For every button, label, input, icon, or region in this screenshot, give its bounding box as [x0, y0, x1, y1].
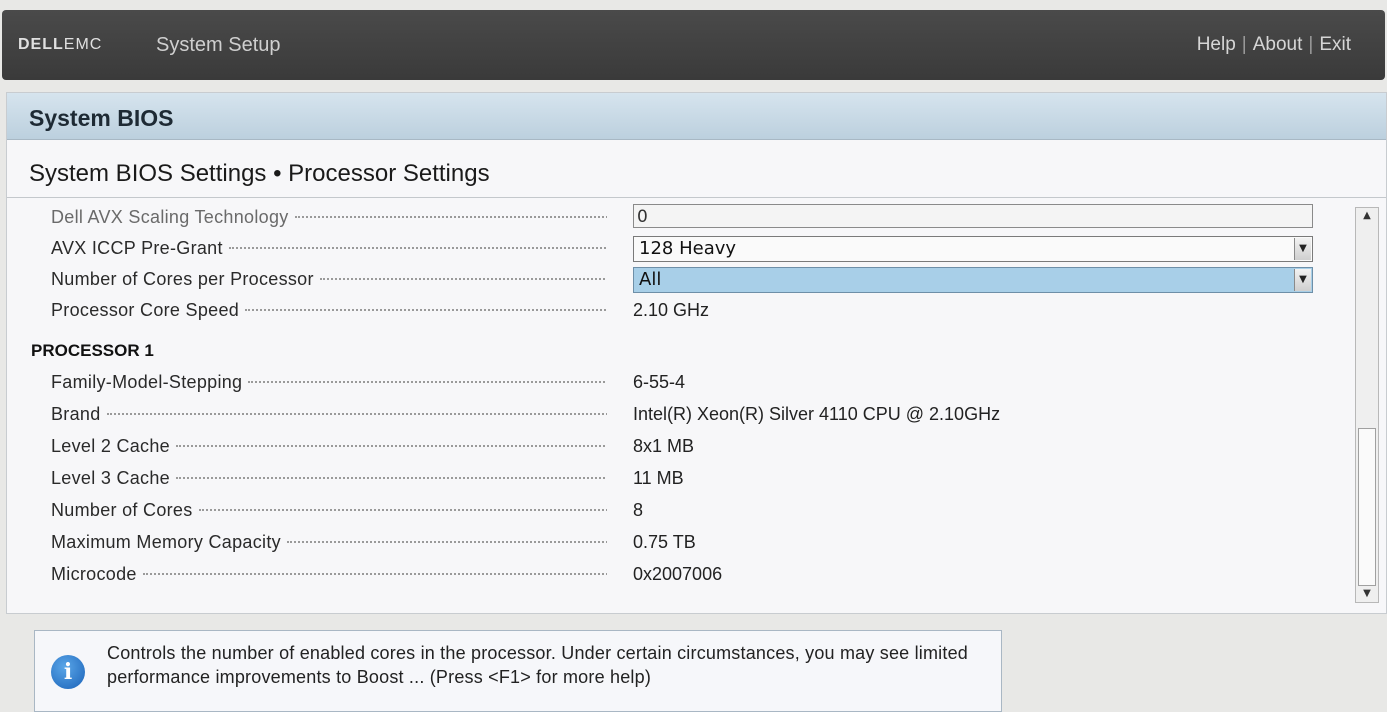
setting-avx-iccp: AVX ICCP Pre-Grant 128 Heavy ▼: [7, 236, 1357, 264]
setting-avx-scaling: Dell AVX Scaling Technology 0: [7, 204, 1357, 233]
title-divider: [7, 197, 1386, 198]
help-link[interactable]: Help: [1197, 34, 1236, 55]
exit-link[interactable]: Exit: [1319, 34, 1351, 55]
info-row: Microcode 0x2007006: [7, 562, 1357, 590]
arrow-down-icon[interactable]: ▼: [1356, 586, 1378, 602]
dotted-leader: [106, 413, 607, 415]
info-label: Level 2 Cache: [51, 436, 170, 456]
avx-iccp-select[interactable]: 128 Heavy ▼: [633, 236, 1313, 262]
dotted-leader: [294, 216, 607, 218]
dotted-leader: [175, 477, 607, 479]
info-value: 0x2007006: [633, 564, 723, 584]
info-icon: i: [51, 655, 85, 689]
info-row: Maximum Memory Capacity 0.75 TB: [7, 530, 1357, 558]
top-bar: DELLEMC System Setup Help | About | Exit: [2, 10, 1385, 80]
settings-list: Dell AVX Scaling Technology 0 AVX ICCP P…: [7, 203, 1357, 603]
dotted-leader: [248, 381, 607, 383]
vertical-scrollbar[interactable]: ▲ ▼: [1355, 207, 1379, 603]
link-separator: |: [1308, 34, 1314, 55]
dotted-leader: [245, 309, 607, 311]
bios-header-title: System BIOS: [29, 105, 174, 131]
dell-emc-logo: DELLEMC: [18, 36, 102, 54]
setting-label: Number of Cores per Processor: [51, 269, 314, 289]
info-row: Brand Intel(R) Xeon(R) Silver 4110 CPU @…: [7, 402, 1357, 430]
logo-sub: EMC: [63, 36, 103, 53]
link-separator: |: [1241, 34, 1247, 55]
core-speed-value: 2.10 GHz: [633, 300, 710, 320]
dotted-leader: [319, 278, 607, 280]
info-value: 8x1 MB: [633, 436, 695, 456]
processor-1-header: PROCESSOR 1: [31, 341, 154, 360]
info-value: 11 MB: [633, 468, 684, 488]
info-label: Number of Cores: [51, 500, 193, 520]
setting-label: Processor Core Speed: [51, 300, 240, 320]
help-text: Controls the number of enabled cores in …: [107, 643, 969, 687]
info-row: Number of Cores 8: [7, 498, 1357, 526]
app-title: System Setup: [156, 34, 281, 56]
info-label: Level 3 Cache: [51, 468, 170, 488]
scrollbar-thumb[interactable]: [1358, 428, 1376, 586]
dotted-leader: [175, 445, 607, 447]
chevron-down-icon[interactable]: ▼: [1294, 238, 1311, 260]
dotted-leader: [286, 541, 607, 543]
logo-main: DELL: [18, 36, 64, 53]
dotted-leader: [142, 573, 607, 575]
chevron-down-icon[interactable]: ▼: [1294, 269, 1311, 291]
info-value: 6-55-4: [633, 372, 686, 392]
bios-header-band: System BIOS: [7, 93, 1386, 140]
dotted-leader: [198, 509, 607, 511]
info-value: 0.75 TB: [633, 532, 696, 552]
info-row: Level 3 Cache 11 MB: [7, 466, 1357, 494]
info-label: Family-Model-Stepping: [51, 372, 243, 392]
select-value: 128 Heavy: [639, 238, 737, 259]
info-row: Level 2 Cache 8x1 MB: [7, 434, 1357, 462]
info-label: Microcode: [51, 564, 137, 584]
select-value: All: [639, 269, 662, 290]
about-link[interactable]: About: [1253, 34, 1303, 55]
info-label: Brand: [51, 404, 101, 424]
cores-per-processor-select[interactable]: All ▼: [633, 267, 1313, 293]
info-label: Maximum Memory Capacity: [51, 532, 281, 552]
avx-scaling-input[interactable]: 0: [633, 204, 1313, 228]
bios-panel: System BIOS System BIOS Settings • Proce…: [6, 92, 1387, 614]
info-value: 8: [633, 500, 644, 520]
setting-label: Dell AVX Scaling Technology: [51, 207, 289, 227]
info-value: Intel(R) Xeon(R) Silver 4110 CPU @ 2.10G…: [633, 404, 1001, 424]
top-links: Help | About | Exit: [1197, 34, 1351, 56]
setting-label: AVX ICCP Pre-Grant: [51, 238, 223, 258]
setting-core-speed: Processor Core Speed 2.10 GHz: [7, 298, 1357, 326]
arrow-up-icon[interactable]: ▲: [1356, 208, 1378, 224]
page-title: System BIOS Settings • Processor Setting…: [29, 160, 490, 187]
dotted-leader: [228, 247, 607, 249]
info-row: Family-Model-Stepping 6-55-4: [7, 370, 1357, 398]
setting-cores-per-processor: Number of Cores per Processor All ▼: [7, 267, 1357, 295]
